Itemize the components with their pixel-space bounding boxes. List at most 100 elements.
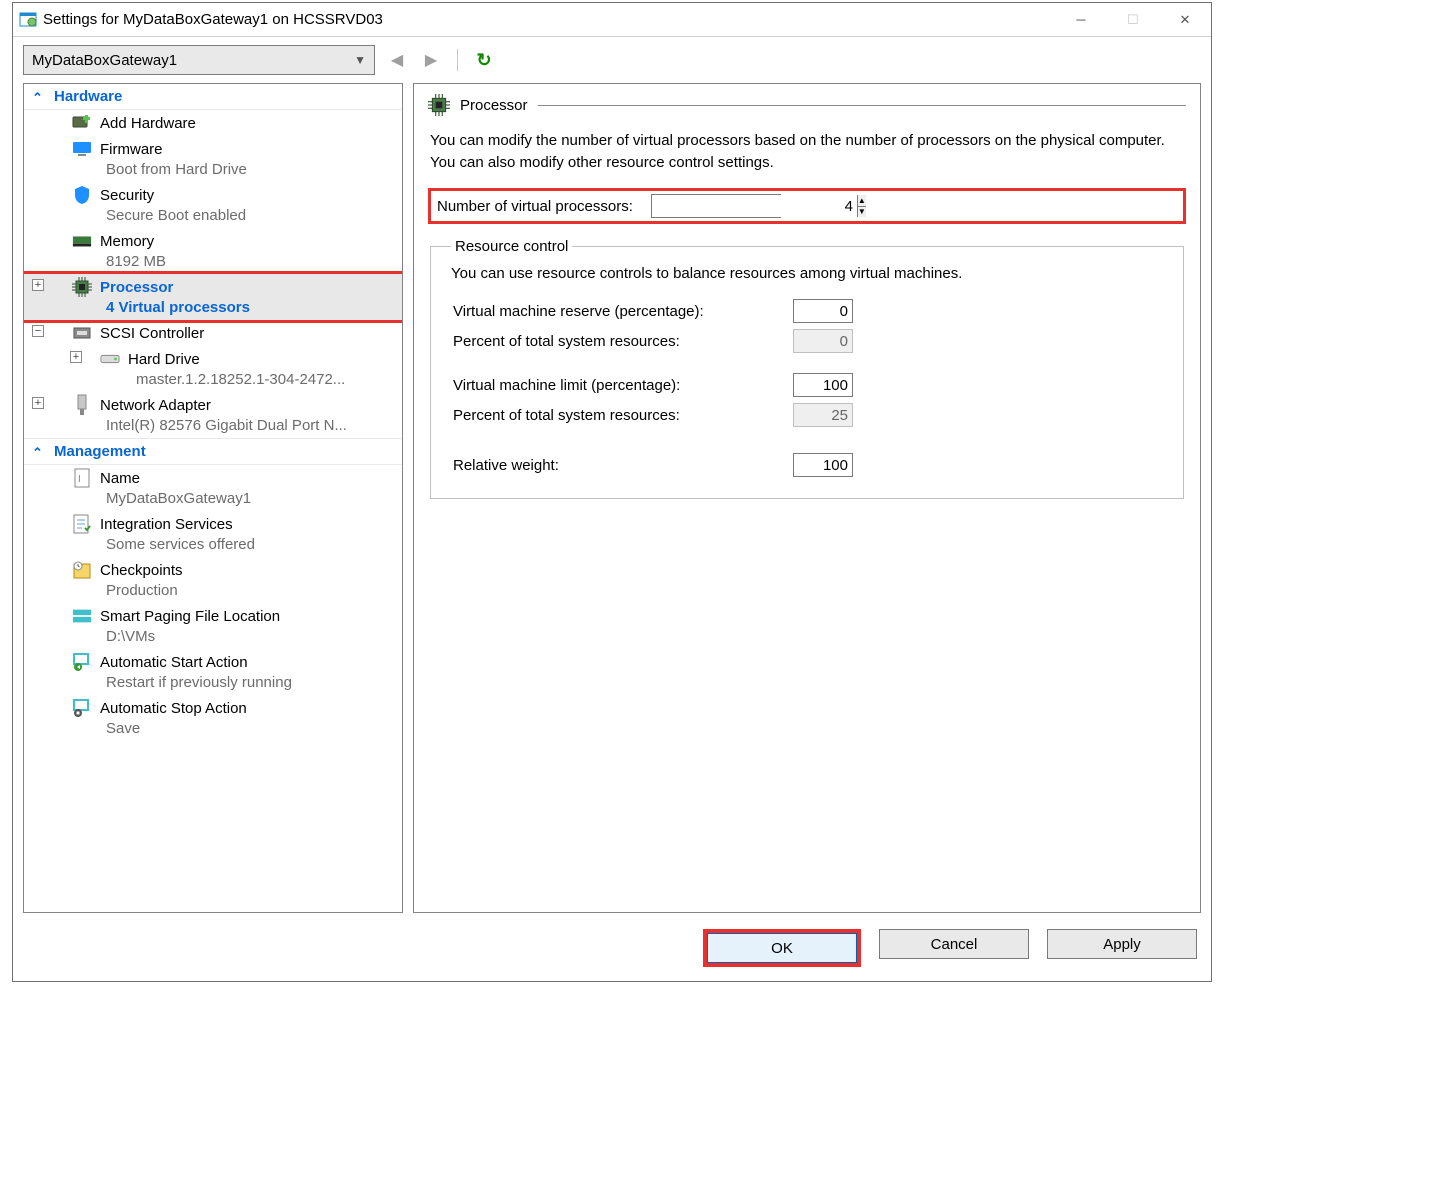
tree-sub: 4 Virtual processors (30, 298, 396, 318)
tree-sub: MyDataBoxGateway1 (30, 489, 396, 509)
tree-sub: Save (30, 719, 396, 739)
limit-row: Virtual machine limit (percentage): (451, 370, 1167, 400)
collapse-icon[interactable]: − (32, 325, 44, 337)
tree-security[interactable]: Security Secure Boot enabled (24, 182, 402, 228)
num-processors-input[interactable]: ▲ ▼ (651, 194, 781, 218)
hardware-section[interactable]: ⌃ Hardware (24, 84, 402, 110)
window-title: Settings for MyDataBoxGateway1 on HCSSRV… (43, 11, 1055, 28)
refresh-button[interactable]: ↻ (472, 48, 496, 72)
tree-firmware[interactable]: Firmware Boot from Hard Drive (24, 136, 402, 182)
weight-input[interactable] (793, 453, 853, 477)
tree-sub: 8192 MB (30, 252, 396, 272)
virtual-processors-row: Number of virtual processors: ▲ ▼ (428, 188, 1186, 224)
reserve-pct-label: Percent of total system resources: (453, 333, 783, 350)
body: ⌃ Hardware Add Hardware Firmware (13, 83, 1211, 919)
tree-add-hardware[interactable]: Add Hardware (24, 110, 402, 136)
tree-label: Automatic Start Action (100, 654, 248, 671)
tree-nic[interactable]: + Network Adapter Intel(R) 82576 Gigabit… (24, 392, 402, 438)
close-button[interactable]: ✕ (1159, 4, 1211, 36)
panel-header: Processor (428, 94, 1186, 116)
tree-autostart[interactable]: Automatic Start Action Restart if previo… (24, 649, 402, 695)
back-button[interactable]: ◀ (385, 48, 409, 72)
tree-label: Firmware (100, 141, 163, 158)
group-legend: Resource control (451, 238, 572, 255)
minimize-button[interactable]: ─ (1055, 4, 1107, 36)
tree-sub: D:\VMs (30, 627, 396, 647)
reserve-input[interactable] (793, 299, 853, 323)
ok-highlight: OK (703, 929, 861, 967)
tree-label: Integration Services (100, 516, 233, 533)
autostart-icon (72, 652, 92, 672)
dialog-buttons: OK Cancel Apply (13, 919, 1211, 981)
tree-scsi[interactable]: − SCSI Controller (24, 320, 402, 346)
maximize-button: ☐ (1107, 4, 1159, 36)
limit-input[interactable] (793, 373, 853, 397)
vm-selector[interactable]: MyDataBoxGateway1 ▼ (23, 45, 375, 75)
chevron-down-icon: ▼ (354, 53, 366, 67)
window-controls: ─ ☐ ✕ (1055, 4, 1211, 36)
monitor-icon (72, 139, 92, 159)
tree-processor[interactable]: + Processor 4 Virtual processors (24, 274, 402, 320)
weight-label: Relative weight: (453, 457, 783, 474)
reserve-row: Virtual machine reserve (percentage): (451, 296, 1167, 326)
settings-tree: ⌃ Hardware Add Hardware Firmware (23, 83, 403, 913)
expand-icon[interactable]: + (32, 279, 44, 291)
processor-icon (72, 277, 92, 297)
memory-icon (72, 231, 92, 251)
tree-paging[interactable]: Smart Paging File Location D:\VMs (24, 603, 402, 649)
tree-memory[interactable]: Memory 8192 MB (24, 228, 402, 274)
expand-icon[interactable]: + (70, 351, 82, 363)
vm-selector-text: MyDataBoxGateway1 (32, 52, 354, 69)
paging-icon (72, 606, 92, 626)
processor-icon (428, 94, 450, 116)
collapse-icon: ⌃ (32, 445, 43, 461)
tree-label: Checkpoints (100, 562, 183, 579)
separator (457, 49, 458, 71)
weight-row: Relative weight: (451, 450, 1167, 480)
spin-up-icon[interactable]: ▲ (858, 195, 866, 207)
tree-harddrive[interactable]: + Hard Drive master.1.2.18252.1-304-2472… (24, 346, 402, 392)
num-processors-field[interactable] (652, 195, 857, 217)
limit-label: Virtual machine limit (percentage): (453, 377, 783, 394)
tree-label: Name (100, 470, 140, 487)
section-label: Management (54, 443, 146, 460)
app-icon (19, 11, 37, 29)
scsi-icon (72, 323, 92, 343)
tree-label: Smart Paging File Location (100, 608, 280, 625)
tree-label: Memory (100, 233, 154, 250)
tree-label: Add Hardware (100, 115, 196, 132)
checkpoint-icon (72, 560, 92, 580)
cancel-button[interactable]: Cancel (879, 929, 1029, 959)
tree-label: Automatic Stop Action (100, 700, 247, 717)
tree-autostop[interactable]: Automatic Stop Action Save (24, 695, 402, 741)
tree-label: Processor (100, 279, 173, 296)
tree-checkpoints[interactable]: Checkpoints Production (24, 557, 402, 603)
tree-sub: Restart if previously running (30, 673, 396, 693)
group-description: You can use resource controls to balance… (451, 265, 1167, 282)
forward-button[interactable]: ▶ (419, 48, 443, 72)
tree-name[interactable]: IName MyDataBoxGateway1 (24, 465, 402, 511)
tree-label: SCSI Controller (100, 325, 204, 342)
limit-pct-label: Percent of total system resources: (453, 407, 783, 424)
tree-label: Network Adapter (100, 397, 211, 414)
add-hardware-icon (72, 113, 92, 133)
num-processors-label: Number of virtual processors: (437, 198, 633, 215)
ok-button[interactable]: OK (707, 933, 857, 963)
tree-sub: Boot from Hard Drive (30, 160, 396, 180)
management-section[interactable]: ⌃ Management (24, 438, 402, 465)
tree-integration[interactable]: Integration Services Some services offer… (24, 511, 402, 557)
spin-down-icon[interactable]: ▼ (858, 207, 866, 218)
settings-window: Settings for MyDataBoxGateway1 on HCSSRV… (12, 2, 1212, 982)
resource-control-group: Resource control You can use resource co… (430, 238, 1184, 499)
tree-sub: master.1.2.18252.1-304-2472... (30, 370, 396, 390)
harddrive-icon (100, 349, 120, 369)
limit-pct-row: Percent of total system resources: (451, 400, 1167, 430)
shield-icon (72, 185, 92, 205)
titlebar: Settings for MyDataBoxGateway1 on HCSSRV… (13, 3, 1211, 37)
expand-icon[interactable]: + (32, 397, 44, 409)
reserve-label: Virtual machine reserve (percentage): (453, 303, 783, 320)
reserve-pct-row: Percent of total system resources: (451, 326, 1167, 356)
tree-sub: Production (30, 581, 396, 601)
apply-button[interactable]: Apply (1047, 929, 1197, 959)
reserve-pct-value (793, 329, 853, 353)
